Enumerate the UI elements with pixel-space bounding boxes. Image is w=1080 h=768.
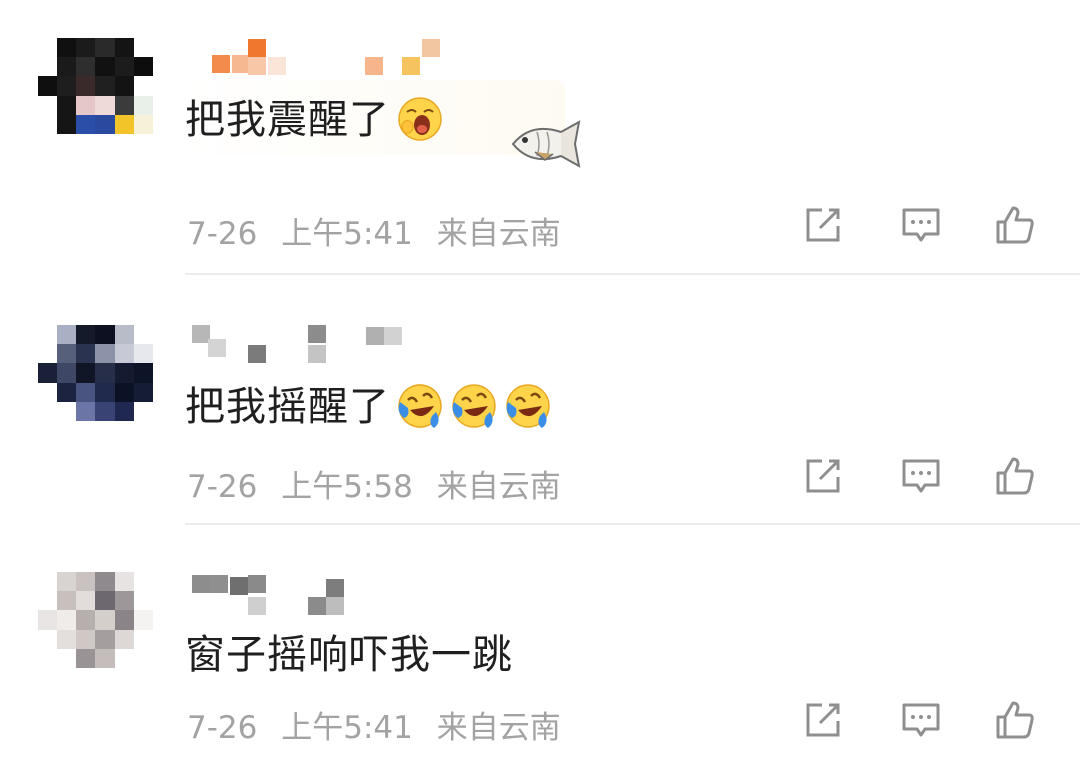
comment-actions — [800, 453, 1040, 503]
comment-icon — [902, 459, 940, 493]
thumbs-up-icon — [996, 701, 1034, 739]
comment-item: 窗子摇响吓我一跳 7-26 上午5:41 来自云南 — [0, 527, 1080, 768]
comment-text: 把我摇醒了 — [185, 382, 552, 432]
comment-text: 把我震醒了 — [185, 95, 444, 145]
comment-item: 把我震醒了 7-26 上午5:41 来自云南 — [0, 0, 1080, 275]
reply-button[interactable] — [898, 202, 948, 252]
comment-meta: 7-26 上午5:41 来自云南 — [187, 208, 561, 253]
username-pixelated[interactable] — [190, 575, 450, 617]
thumbs-up-icon — [996, 457, 1034, 495]
thumbs-up-icon — [996, 206, 1034, 244]
divider — [185, 273, 1080, 275]
share-icon — [806, 208, 840, 242]
share-icon — [806, 703, 840, 737]
comment-date: 7-26 — [187, 216, 258, 252]
reply-button[interactable] — [898, 697, 948, 747]
avatar[interactable] — [38, 572, 153, 668]
laugh-cry-emoji-icon — [398, 384, 442, 428]
comment-location: 来自云南 — [436, 469, 561, 505]
comment-time: 上午5:41 — [281, 710, 413, 746]
divider — [185, 523, 1080, 525]
laugh-cry-emoji-icon — [506, 384, 550, 428]
username-pixelated[interactable] — [190, 37, 450, 79]
yawn-emoji-icon — [398, 97, 442, 141]
avatar[interactable] — [38, 325, 153, 421]
comment-actions — [800, 202, 1040, 252]
comment-actions — [800, 697, 1040, 747]
comment-meta: 7-26 上午5:41 来自云南 — [187, 702, 561, 747]
like-button[interactable] — [992, 202, 1042, 252]
comment-date: 7-26 — [187, 469, 258, 505]
avatar[interactable] — [38, 38, 153, 134]
like-button[interactable] — [992, 697, 1042, 747]
comment-item: 把我摇醒了 7-26 上午5:58 来自云南 — [0, 277, 1080, 525]
username-pixelated[interactable] — [190, 325, 450, 367]
comment-date: 7-26 — [187, 710, 258, 746]
comment-time: 上午5:58 — [281, 469, 413, 505]
share-button[interactable] — [800, 202, 850, 252]
comment-icon — [902, 703, 940, 737]
reply-button[interactable] — [898, 453, 948, 503]
comment-time: 上午5:41 — [281, 216, 413, 252]
share-button[interactable] — [800, 697, 850, 747]
comment-meta: 7-26 上午5:58 来自云南 — [187, 461, 561, 506]
comment-location: 来自云南 — [436, 710, 561, 746]
laugh-cry-emoji-icon — [452, 384, 496, 428]
comment-location: 来自云南 — [436, 216, 561, 252]
share-button[interactable] — [800, 453, 850, 503]
fish-sticker-icon — [511, 120, 581, 168]
like-button[interactable] — [992, 453, 1042, 503]
comment-list: 把我震醒了 7-26 上午5:41 来自云南 把我摇醒了 7-26 上午5:58… — [0, 0, 1080, 768]
comment-text: 窗子摇响吓我一跳 — [185, 632, 513, 678]
share-icon — [806, 459, 840, 493]
comment-icon — [902, 208, 940, 242]
